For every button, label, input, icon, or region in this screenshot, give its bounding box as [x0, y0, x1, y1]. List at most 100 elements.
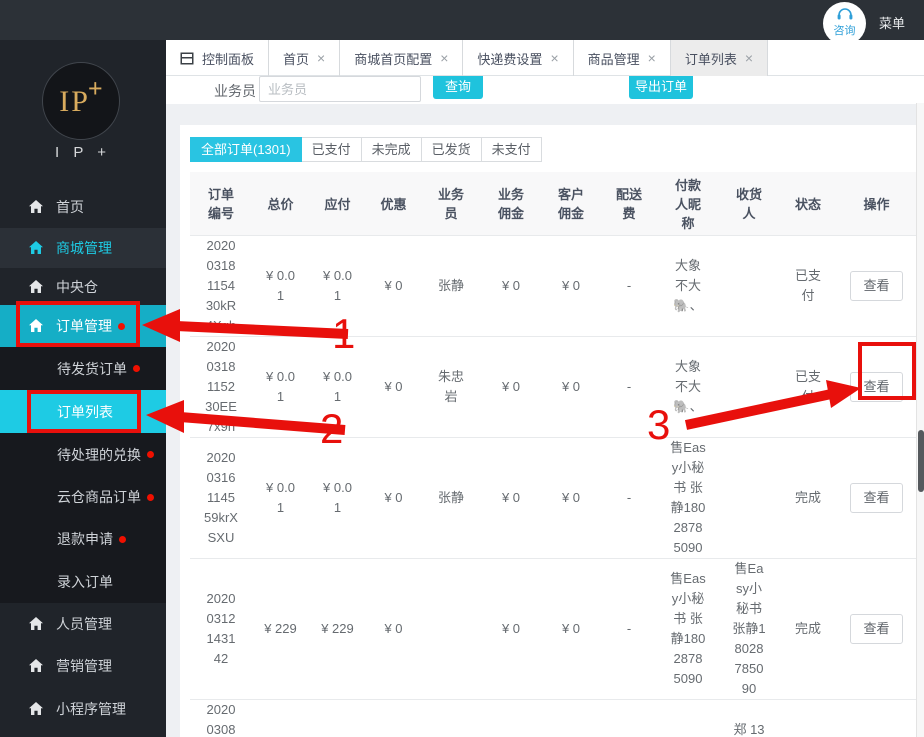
sidebar-item-label: 录入订单 — [57, 573, 113, 590]
order-list-panel: 全部订单(1301) 已支付 未完成 已发货 未支付 订单编号 总价 应付 优惠… — [180, 125, 920, 737]
col-header-discount: 优惠 — [366, 172, 421, 236]
top-bar — [0, 0, 924, 40]
view-button[interactable]: 查看 — [850, 482, 903, 513]
menu-link[interactable]: 菜单 — [879, 13, 905, 32]
cell-sales-commission: ¥ 0 — [481, 336, 541, 438]
tab-label: 订单列表 — [684, 51, 737, 67]
notification-dot — [147, 451, 154, 458]
filter-paid[interactable]: 已支付 — [301, 137, 362, 162]
export-orders-button[interactable]: 导出订单 — [629, 72, 693, 99]
col-header-delivery-fee: 配送费 — [601, 172, 657, 236]
cell-payer-nickname: 大象不大🐘、 — [657, 235, 719, 337]
logo-text: IP — [59, 85, 90, 118]
sidebar-item-enter-order[interactable]: 录入订单 — [0, 560, 166, 603]
brand-logo: IP+ — [42, 62, 120, 140]
tab-express-fee-settings[interactable]: 快递费设置 × — [463, 40, 574, 76]
sidebar-item-refund-request[interactable]: 退款申请 — [0, 518, 166, 560]
cell-payer-nickname: – — [657, 699, 719, 737]
cell-status: 完成 — [779, 437, 837, 559]
sidebar-item-order-list[interactable]: 订单列表 — [0, 390, 166, 433]
home-icon — [28, 658, 44, 674]
cell-payer-nickname: 售Easy小秘书 张静18028785090 — [657, 558, 719, 700]
tab-product-mgmt[interactable]: 商品管理 × — [574, 40, 671, 76]
cell-action: 查看 — [837, 558, 916, 700]
sidebar-item-pending-exchange[interactable]: 待处理的兑换 — [0, 433, 166, 476]
sidebar-item-cloud-warehouse-orders[interactable]: 云仓商品订单 — [0, 476, 166, 518]
sidebar-item-label: 退款申请 — [57, 531, 113, 547]
sidebar-item-pending-shipment[interactable]: 待发货订单 — [0, 347, 166, 390]
home-icon — [28, 279, 44, 295]
cell-payable: ¥ 0.01 — [309, 336, 366, 438]
sidebar-item-order-mgmt[interactable]: 订单管理 — [0, 305, 166, 347]
cell-sales-commission: ¥ 0 — [481, 235, 541, 337]
col-header-payable: 应付 — [309, 172, 366, 236]
col-header-action: 操作 — [837, 172, 916, 236]
tab-home[interactable]: 首页 × — [269, 40, 341, 76]
table-row: 20200312143142 ¥ 229 ¥ 229 ¥ 0 ¥ 0 ¥ 0 -… — [190, 558, 916, 700]
view-button[interactable]: 查看 — [850, 371, 903, 402]
home-icon — [28, 701, 44, 717]
cell-delivery-fee: - — [601, 336, 657, 438]
tab-mall-homepage-config[interactable]: 商城首页配置 × — [340, 40, 464, 76]
home-icon — [28, 616, 44, 632]
cell-delivery-fee: - — [601, 437, 657, 559]
cell-action: 查看 — [837, 336, 916, 438]
cell-salesman: 朱忠岩 — [421, 336, 481, 438]
close-icon[interactable]: × — [440, 50, 448, 66]
cell-delivery-fee: - — [601, 558, 657, 700]
tab-label: 首页 — [283, 51, 310, 67]
close-icon[interactable]: × — [648, 50, 656, 66]
sidebar-item-miniprogram-mgmt[interactable]: 小程序管理 — [0, 687, 166, 730]
sidebar-item-marketing-mgmt[interactable]: 营销管理 — [0, 645, 166, 687]
sidebar-item-home[interactable]: 首页 — [0, 186, 166, 228]
sidebar-item-label: 人员管理 — [56, 616, 112, 632]
cell-customer-commission: ¥ 0 — [541, 235, 601, 337]
headset-icon — [836, 8, 854, 25]
cell-action: 查看 — [837, 437, 916, 559]
consult-button[interactable]: 咨询 — [823, 2, 866, 45]
close-icon[interactable]: × — [745, 50, 753, 66]
cell-consignee: 售Easy小秘书 张静18028785090 — [719, 558, 779, 700]
sidebar-item-label: 商城管理 — [56, 240, 112, 256]
sidebar-item-label: 中央仓 — [56, 278, 98, 295]
cell-customer-commission: ¥ 0 — [541, 699, 601, 737]
close-icon[interactable]: × — [550, 50, 558, 66]
tab-label: 快递费设置 — [477, 51, 543, 67]
cell-customer-commission: ¥ 0 — [541, 336, 601, 438]
query-button[interactable]: 查询 — [433, 72, 483, 99]
home-icon — [28, 240, 44, 256]
cell-delivery-fee: - — [601, 235, 657, 337]
window-icon — [180, 52, 194, 65]
tab-order-list[interactable]: 订单列表 × — [670, 40, 769, 76]
cell-payable: ¥ 0.01 — [309, 235, 366, 337]
vertical-scrollbar[interactable] — [916, 103, 924, 737]
breadcrumb-tab-bar: 控制面板 首页 × 商城首页配置 × 快递费设置 × 商品管理 × 订单列表 × — [166, 40, 924, 76]
cell-total: ¥ 0.01 — [252, 437, 309, 559]
table-row: 20200318115230EE7x9h ¥ 0.01 ¥ 0.01 ¥ 0 朱… — [190, 336, 916, 438]
view-button[interactable]: 查看 — [850, 270, 903, 301]
notification-dot — [119, 535, 126, 543]
filter-all-orders[interactable]: 全部订单(1301) — [190, 137, 302, 162]
filter-incomplete[interactable]: 未完成 — [361, 137, 422, 162]
scrollbar-thumb[interactable] — [918, 430, 924, 492]
salesman-input[interactable] — [259, 76, 421, 102]
logo-caption: I P + — [55, 144, 111, 161]
sidebar-item-label: 云仓商品订单 — [57, 489, 141, 505]
sidebar-item-label: 待发货订单 — [57, 360, 127, 377]
filter-shipped[interactable]: 已发货 — [421, 137, 482, 162]
filter-unpaid[interactable]: 未支付 — [481, 137, 542, 162]
sidebar-item-mall-mgmt[interactable]: 商城管理 — [0, 228, 166, 268]
cell-order-no: 20200318115430kR4Xgb — [190, 235, 252, 337]
sidebar-item-personnel-mgmt[interactable]: 人员管理 — [0, 603, 166, 645]
table-row: 20200316114559krXSXU ¥ 0.01 ¥ 0.01 ¥ 0 张… — [190, 437, 916, 559]
close-icon[interactable]: × — [317, 50, 325, 66]
tab-label: 商品管理 — [587, 51, 640, 67]
tab-control-panel[interactable]: 控制面板 — [166, 40, 270, 76]
view-button[interactable]: 查看 — [850, 613, 903, 644]
cell-sales-commission: ¥ 0 — [481, 437, 541, 559]
sidebar-item-central-warehouse[interactable]: 中央仓 — [0, 268, 166, 305]
cell-status: 已退款 — [779, 699, 837, 737]
sidebar-item-label: 小程序管理 — [56, 700, 126, 717]
cell-status: 已支付 — [779, 336, 837, 438]
orders-table: 订单编号 总价 应付 优惠 业务员 业务佣金 客户佣金 配送费 付款人昵称 收货… — [190, 172, 916, 737]
